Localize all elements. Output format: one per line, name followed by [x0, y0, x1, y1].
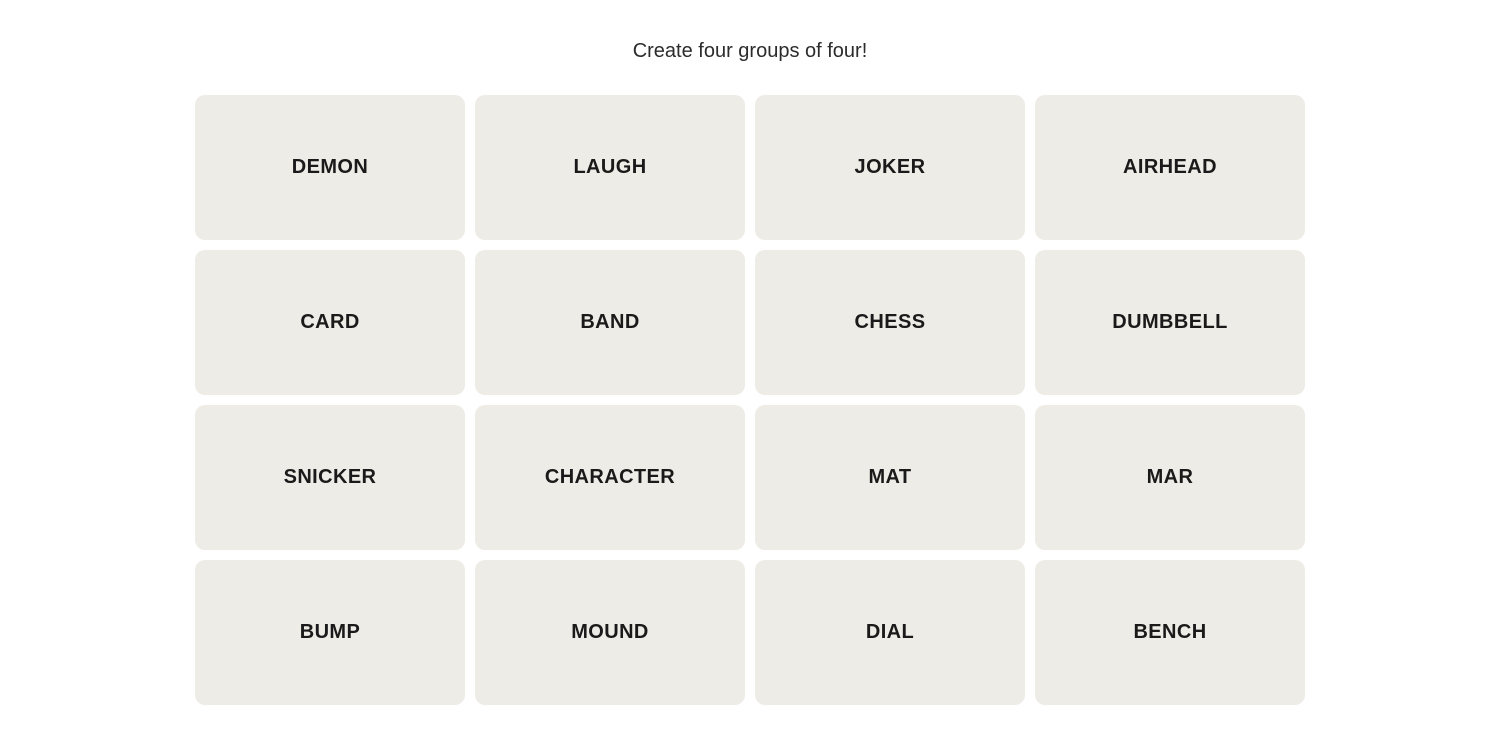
tile-band[interactable]: BAND [475, 250, 745, 395]
tile-label-bench: BENCH [1133, 621, 1206, 644]
tile-label-card: CARD [300, 311, 359, 334]
tile-bump[interactable]: BUMP [195, 560, 465, 705]
tile-label-joker: JOKER [855, 156, 926, 179]
tile-label-bump: BUMP [300, 621, 361, 644]
tile-demon[interactable]: DEMON [195, 95, 465, 240]
tile-label-laugh: LAUGH [573, 156, 646, 179]
tile-bench[interactable]: BENCH [1035, 560, 1305, 705]
tile-label-chess: CHESS [855, 311, 926, 334]
tile-label-demon: DEMON [292, 156, 368, 179]
tile-label-dial: DIAL [866, 621, 914, 644]
tile-label-character: CHARACTER [545, 466, 675, 489]
tile-dumbbell[interactable]: DUMBBELL [1035, 250, 1305, 395]
tile-dial[interactable]: DIAL [755, 560, 1025, 705]
tile-joker[interactable]: JOKER [755, 95, 1025, 240]
tile-label-mound: MOUND [571, 621, 649, 644]
tile-label-mat: MAT [868, 466, 911, 489]
tile-label-band: BAND [580, 311, 639, 334]
tile-laugh[interactable]: LAUGH [475, 95, 745, 240]
tile-label-snicker: SNICKER [284, 466, 377, 489]
word-grid: DEMON LAUGH JOKER AIRHEAD CARD BAND CHESS DUMBB… [195, 95, 1305, 705]
tile-mar[interactable]: MAR [1035, 405, 1305, 550]
tile-character[interactable]: CHARACTER [475, 405, 745, 550]
tile-label-mar: MAR [1147, 466, 1194, 489]
tile-mat[interactable]: MAT [755, 405, 1025, 550]
tile-snicker[interactable]: SNICKER [195, 405, 465, 550]
tile-chess[interactable]: CHESS [755, 250, 1025, 395]
tile-label-dumbbell: DUMBBELL [1112, 311, 1227, 334]
tile-airhead[interactable]: AIRHEAD [1035, 95, 1305, 240]
page-subtitle: Create four groups of four! [633, 40, 868, 63]
tile-card[interactable]: CARD [195, 250, 465, 395]
tile-label-airhead: AIRHEAD [1123, 156, 1217, 179]
tile-mound[interactable]: MOUND [475, 560, 745, 705]
